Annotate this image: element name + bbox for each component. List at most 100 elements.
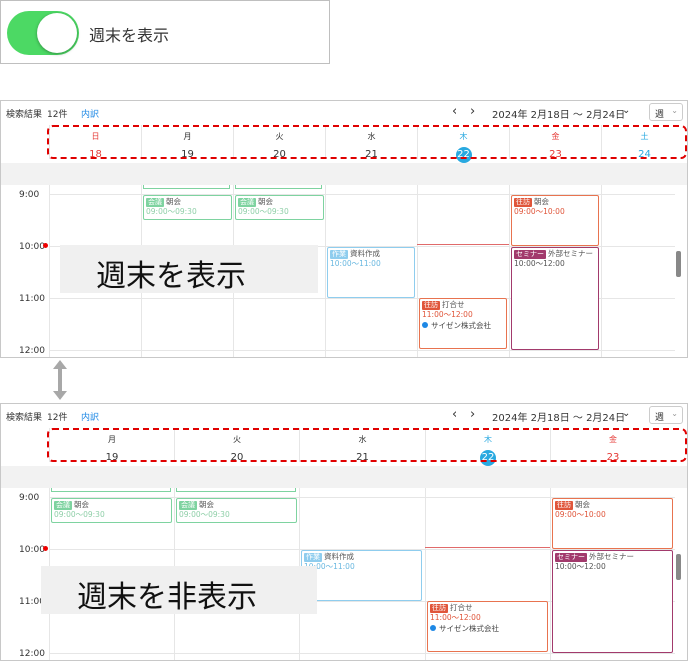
event-title: 朝会 (74, 500, 89, 509)
scrollbar-thumb[interactable] (676, 251, 681, 277)
all-day-row (1, 163, 687, 185)
day-name: 火 (233, 435, 241, 444)
event-tag: セミナー (514, 250, 546, 259)
event-wed-work[interactable]: 作業 資料作成 10:00〜11:00 (327, 247, 415, 298)
now-indicator-dot (43, 546, 48, 551)
day-name: 金 (551, 132, 560, 141)
day-name: 木 (459, 132, 468, 141)
event-thu-visit[interactable]: 往訪 打合せ 11:00〜12:00 サイゼン株式会社 (419, 298, 507, 349)
day-name: 水 (367, 132, 376, 141)
event-time: 09:00〜09:30 (54, 510, 105, 519)
weekend-toggle-label: 週末を表示 (89, 26, 170, 45)
view-select-value: 週 (655, 110, 665, 120)
date-range: 2024年 2月18日 〜 2月24日 (492, 110, 626, 121)
time-label: 9:00 (19, 493, 40, 503)
double-arrow-icon (53, 360, 67, 400)
event-tag: 往訪 (555, 501, 573, 510)
event-time: 09:00〜09:30 (179, 510, 230, 519)
day-date: 23 (606, 452, 620, 463)
event-continuation (176, 488, 296, 492)
event-tag: セミナー (555, 553, 587, 562)
time-label: 10:00 (19, 242, 45, 252)
prev-week-button[interactable]: ‹ (452, 407, 457, 422)
toggle-knob (37, 13, 77, 53)
event-tag: 往訪 (422, 301, 440, 310)
next-week-button[interactable]: › (470, 104, 475, 119)
calendar-toolbar: 検索結果 12件 内訳 ‹ › 2024年 2月18日 〜 2月24日 ⌄ 週 ⌄ (1, 404, 687, 426)
day-date: 21 (356, 452, 369, 463)
breakdown-link[interactable]: 内訳 (81, 410, 99, 423)
chevron-down-icon[interactable]: ⌄ (622, 105, 630, 116)
event-thu-visit[interactable]: 往訪 打合せ 11:00〜12:00 サイゼン株式会社 (427, 601, 548, 652)
event-fri-visit[interactable]: 往訪 朝会 09:00〜10:00 (511, 195, 599, 246)
event-tag: 作業 (330, 250, 348, 259)
caption-overlay: 週末を非表示 (41, 566, 317, 615)
weekend-toggle-row: 週末を表示 (0, 0, 330, 64)
day-name: 水 (358, 435, 367, 444)
event-location: サイゼン株式会社 (430, 624, 545, 633)
day-date: 22 (480, 450, 496, 466)
day-header-fri[interactable]: 金 23 (550, 428, 675, 463)
event-tag: 会議 (179, 501, 197, 510)
day-header-tue[interactable]: 火 20 (174, 428, 299, 463)
chevron-down-icon: ⌄ (671, 409, 678, 418)
weekend-toggle-switch[interactable] (7, 11, 79, 55)
event-fri-seminar[interactable]: セミナー 外部セミナー 10:00〜12:00 (552, 550, 673, 653)
view-select-value: 週 (655, 413, 665, 423)
event-tue-meeting[interactable]: 会議 朝会 09:00〜09:30 (176, 498, 297, 523)
day-name: 金 (609, 435, 617, 444)
day-header-tue[interactable]: 火 20 (233, 125, 325, 160)
event-title: 資料作成 (324, 552, 354, 561)
day-name: 月 (183, 132, 192, 141)
day-header-sat[interactable]: 土 24 (601, 125, 687, 160)
day-header-sun[interactable]: 日 18 (49, 125, 141, 160)
event-time: 10:00〜11:00 (330, 259, 381, 268)
event-wed-work[interactable]: 作業 資料作成 10:00〜11:00 (301, 550, 422, 601)
next-week-button[interactable]: › (470, 407, 475, 422)
event-time: 10:00〜12:00 (555, 562, 606, 571)
event-fri-visit[interactable]: 往訪 朝会 09:00〜10:00 (552, 498, 673, 549)
event-location-text: サイゼン株式会社 (431, 321, 491, 330)
day-header-wed[interactable]: 水 21 (325, 125, 417, 160)
event-title: 打合せ (442, 300, 465, 309)
time-label: 9:00 (19, 190, 40, 200)
day-date: 19 (105, 452, 119, 463)
event-time: 11:00〜12:00 (430, 613, 481, 622)
scrollbar-thumb[interactable] (676, 554, 681, 580)
prev-week-button[interactable]: ‹ (452, 104, 457, 119)
event-tue-meeting[interactable]: 会議 朝会 09:00〜09:30 (235, 195, 324, 220)
map-pin-icon (430, 625, 436, 631)
day-header-thu[interactable]: 木 22 (417, 125, 509, 163)
day-header-mon[interactable]: 月 19 (49, 428, 174, 463)
day-name: 木 (484, 435, 492, 444)
event-time: 09:00〜09:30 (238, 207, 289, 216)
breakdown-link[interactable]: 内訳 (81, 107, 99, 120)
event-title: 外部セミナー (548, 249, 593, 258)
day-header-mon[interactable]: 月 19 (141, 125, 233, 160)
event-time: 09:00〜09:30 (146, 207, 197, 216)
day-header-thu[interactable]: 木 22 (425, 428, 550, 466)
day-date: 20 (230, 452, 244, 463)
event-tag: 作業 (304, 553, 322, 562)
calendar-toolbar: 検索結果 12件 内訳 ‹ › 2024年 2月18日 〜 2月24日 ⌄ 週 ⌄ (1, 101, 687, 123)
day-name: 月 (108, 435, 116, 444)
view-select[interactable]: 週 ⌄ (649, 406, 683, 424)
event-tag: 往訪 (514, 198, 532, 207)
event-continuation (51, 488, 171, 492)
time-label: 10:00 (19, 545, 45, 555)
event-mon-meeting[interactable]: 会議 朝会 09:00〜09:30 (143, 195, 232, 220)
day-header-wed[interactable]: 水 21 (299, 428, 425, 463)
chevron-down-icon[interactable]: ⌄ (622, 408, 630, 419)
day-header-fri[interactable]: 金 23 (509, 125, 601, 160)
day-date: 19 (181, 149, 194, 160)
event-fri-seminar[interactable]: セミナー 外部セミナー 10:00〜12:00 (511, 247, 599, 350)
map-pin-icon (422, 322, 428, 328)
event-tag: 会議 (238, 198, 256, 207)
event-title: 朝会 (258, 197, 273, 206)
view-select[interactable]: 週 ⌄ (649, 103, 683, 121)
event-location-text: サイゼン株式会社 (439, 624, 499, 633)
event-time: 10:00〜11:00 (304, 562, 355, 571)
event-mon-meeting[interactable]: 会議 朝会 09:00〜09:30 (51, 498, 172, 523)
date-range: 2024年 2月18日 〜 2月24日 (492, 413, 626, 424)
time-label: 11:00 (19, 294, 45, 304)
